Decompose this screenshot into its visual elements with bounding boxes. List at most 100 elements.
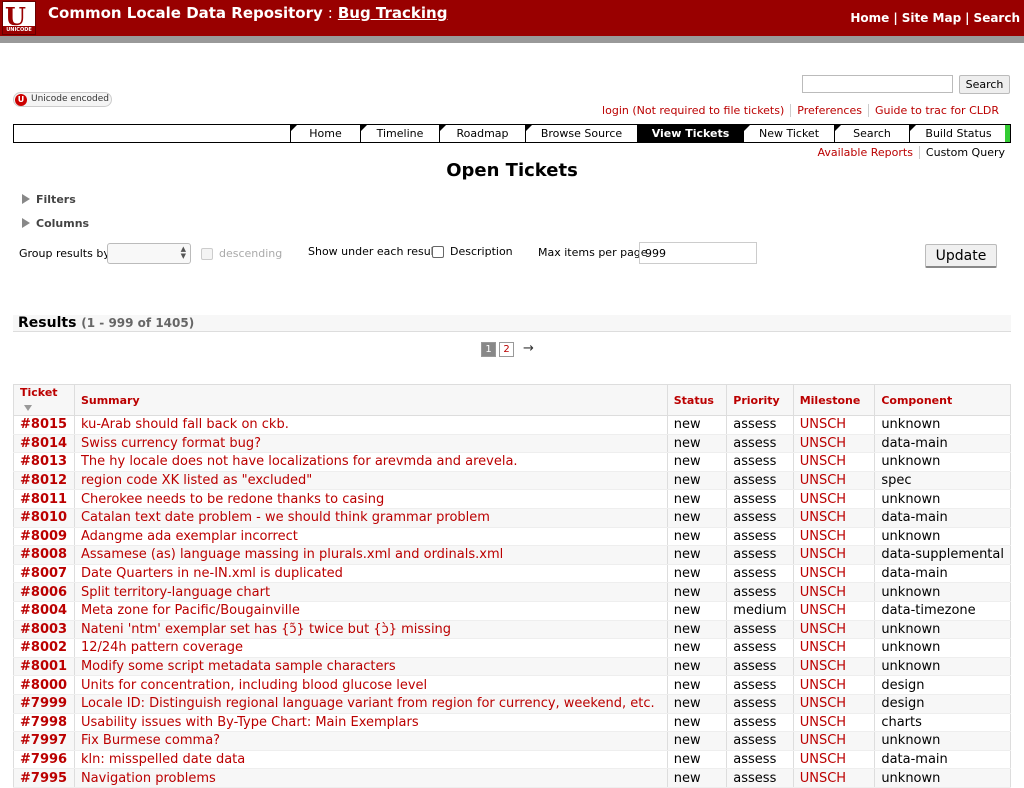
ticket-id-link[interactable]: #8013 <box>20 454 67 469</box>
ticket-id-link[interactable]: #8003 <box>20 622 67 637</box>
ticket-milestone-link[interactable]: UNSCH <box>800 473 846 488</box>
ticket-milestone-link[interactable]: UNSCH <box>800 454 846 469</box>
tab-new-ticket[interactable]: New Ticket <box>743 125 834 142</box>
ticket-summary-link[interactable]: Navigation problems <box>81 771 216 786</box>
ticket-summary-link[interactable]: Units for concentration, including blood… <box>81 678 427 693</box>
ticket-id-link[interactable]: #7995 <box>20 771 67 786</box>
ticket-summary-link[interactable]: Meta zone for Pacific/Bougainville <box>81 603 300 618</box>
ticket-summary-link[interactable]: Catalan text date problem - we should th… <box>81 510 490 525</box>
ticket-milestone-link[interactable]: UNSCH <box>800 417 846 432</box>
ticket-summary-link[interactable]: Fix Burmese comma? <box>81 733 220 748</box>
ticket-milestone-link[interactable]: UNSCH <box>800 603 846 618</box>
columns-toggle[interactable]: Columns <box>22 217 89 230</box>
ticket-milestone-link[interactable]: UNSCH <box>800 547 846 562</box>
ticket-id-link[interactable]: #8004 <box>20 603 67 618</box>
ticket-status: new <box>673 547 701 563</box>
next-page-arrow-icon[interactable]: → <box>523 342 534 355</box>
ticket-summary-link[interactable]: Locale ID: Distinguish regional language… <box>81 696 655 711</box>
ticket-id-link[interactable]: #8002 <box>20 640 67 655</box>
ticket-id-link[interactable]: #7999 <box>20 696 67 711</box>
ticket-milestone-link[interactable]: UNSCH <box>800 640 846 655</box>
ticket-id-link[interactable]: #8014 <box>20 436 67 451</box>
ticket-milestone-link[interactable]: UNSCH <box>800 659 846 674</box>
ticket-summary-link[interactable]: Swiss currency format bug? <box>81 436 261 451</box>
ticket-component: unknown <box>881 491 941 507</box>
ticket-status-cell: new <box>666 527 728 547</box>
update-button[interactable]: Update <box>925 244 997 268</box>
ticket-milestone-link[interactable]: UNSCH <box>800 733 846 748</box>
home-link[interactable]: Home <box>850 11 889 25</box>
ticket-summary-link[interactable]: 12/24h pattern coverage <box>81 640 243 655</box>
tab-build-status[interactable]: Build Status <box>909 125 1007 142</box>
col-status[interactable]: Status <box>666 384 728 416</box>
ticket-id-link[interactable]: #8009 <box>20 529 67 544</box>
ticket-milestone-link[interactable]: UNSCH <box>800 436 846 451</box>
ticket-summary-link[interactable]: region code XK listed as "excluded" <box>81 473 312 488</box>
ticket-milestone-link[interactable]: UNSCH <box>800 752 846 767</box>
descending-checkbox[interactable] <box>201 248 213 260</box>
ticket-summary-link[interactable]: Split territory-language chart <box>81 585 270 600</box>
ticket-id-link[interactable]: #8012 <box>20 473 67 488</box>
col-ticket[interactable]: Ticket <box>13 384 75 416</box>
unicode-encoded-badge[interactable]: U Unicode encoded <box>13 92 112 107</box>
ticket-summary-link[interactable]: The hy locale does not have localization… <box>81 454 518 469</box>
col-milestone[interactable]: Milestone <box>792 384 876 416</box>
page-2-link[interactable]: 2 <box>499 342 514 357</box>
ticket-id-link[interactable]: #8007 <box>20 566 67 581</box>
tab-home[interactable]: Home <box>290 125 360 142</box>
group-by-select[interactable]: ▲ ▼ <box>107 243 191 264</box>
ticket-milestone-link[interactable]: UNSCH <box>800 622 846 637</box>
site-title-link[interactable]: Common Locale Data Repository <box>48 4 323 22</box>
ticket-milestone-link[interactable]: UNSCH <box>800 715 846 730</box>
description-checkbox[interactable] <box>432 246 444 258</box>
preferences-link[interactable]: Preferences <box>790 104 868 117</box>
ticket-milestone-link[interactable]: UNSCH <box>800 696 846 711</box>
ticket-milestone-link[interactable]: UNSCH <box>800 529 846 544</box>
search-link[interactable]: Search <box>974 11 1020 25</box>
ticket-summary-link[interactable]: Assamese (as) language massing in plural… <box>81 547 503 562</box>
bug-tracking-link[interactable]: Bug Tracking <box>338 4 448 22</box>
guide-link[interactable]: Guide to trac for CLDR <box>867 104 1005 117</box>
ticket-id-link[interactable]: #8011 <box>20 492 67 507</box>
ticket-summary-link[interactable]: Adangme ada exemplar incorrect <box>81 529 298 544</box>
unicode-logo[interactable]: U UNICODE <box>2 1 36 35</box>
col-priority[interactable]: Priority <box>726 384 794 416</box>
ticket-milestone-link[interactable]: UNSCH <box>800 492 846 507</box>
ticket-id-link[interactable]: #7997 <box>20 733 67 748</box>
ticket-summary-link[interactable]: Nateni 'ntm' exemplar set has {ɔ̃} twice… <box>81 622 451 637</box>
show-under-label: Show under each result: <box>308 245 442 258</box>
ticket-id-link[interactable]: #8008 <box>20 547 67 562</box>
tab-view-tickets[interactable]: View Tickets <box>637 125 743 142</box>
ticket-id-link[interactable]: #8010 <box>20 510 67 525</box>
login-link[interactable]: login (Not required to file tickets) <box>596 104 790 117</box>
ticket-milestone-link[interactable]: UNSCH <box>800 510 846 525</box>
ticket-id-link[interactable]: #8006 <box>20 585 67 600</box>
max-items-input[interactable]: 999 <box>639 242 757 264</box>
tab-search[interactable]: Search <box>834 125 909 142</box>
ticket-milestone-link[interactable]: UNSCH <box>800 566 846 581</box>
tab-browse-source[interactable]: Browse Source <box>525 125 637 142</box>
ticket-id-link[interactable]: #7996 <box>20 752 67 767</box>
search-button[interactable]: Search <box>959 75 1010 94</box>
col-component[interactable]: Component <box>874 384 1011 416</box>
tab-timeline[interactable]: Timeline <box>360 125 439 142</box>
ticket-milestone-link[interactable]: UNSCH <box>800 585 846 600</box>
ticket-summary-link[interactable]: Usability issues with By-Type Chart: Mai… <box>81 715 419 730</box>
search-input[interactable] <box>802 75 953 93</box>
ticket-id-link[interactable]: #8001 <box>20 659 67 674</box>
site-map-link[interactable]: Site Map <box>902 11 961 25</box>
tab-roadmap[interactable]: Roadmap <box>439 125 525 142</box>
filters-toggle[interactable]: Filters <box>22 193 76 206</box>
ticket-milestone-link[interactable]: UNSCH <box>800 771 846 786</box>
ticket-id-link[interactable]: #7998 <box>20 715 67 730</box>
ticket-summary-link[interactable]: ku-Arab should fall back on ckb. <box>81 417 289 432</box>
col-summary[interactable]: Summary <box>73 384 668 416</box>
ticket-summary-link[interactable]: Date Quarters in ne-IN.xml is duplicated <box>81 566 343 581</box>
ticket-summary-link[interactable]: Cherokee needs to be redone thanks to ca… <box>81 492 384 507</box>
ticket-id-link[interactable]: #8015 <box>20 417 67 432</box>
ticket-summary-link[interactable]: Modify some script metadata sample chara… <box>81 659 396 674</box>
available-reports-link[interactable]: Available Reports <box>811 146 918 159</box>
ticket-milestone-link[interactable]: UNSCH <box>800 678 846 693</box>
ticket-summary-link[interactable]: kln: misspelled date data <box>81 752 245 767</box>
ticket-id-link[interactable]: #8000 <box>20 678 67 693</box>
